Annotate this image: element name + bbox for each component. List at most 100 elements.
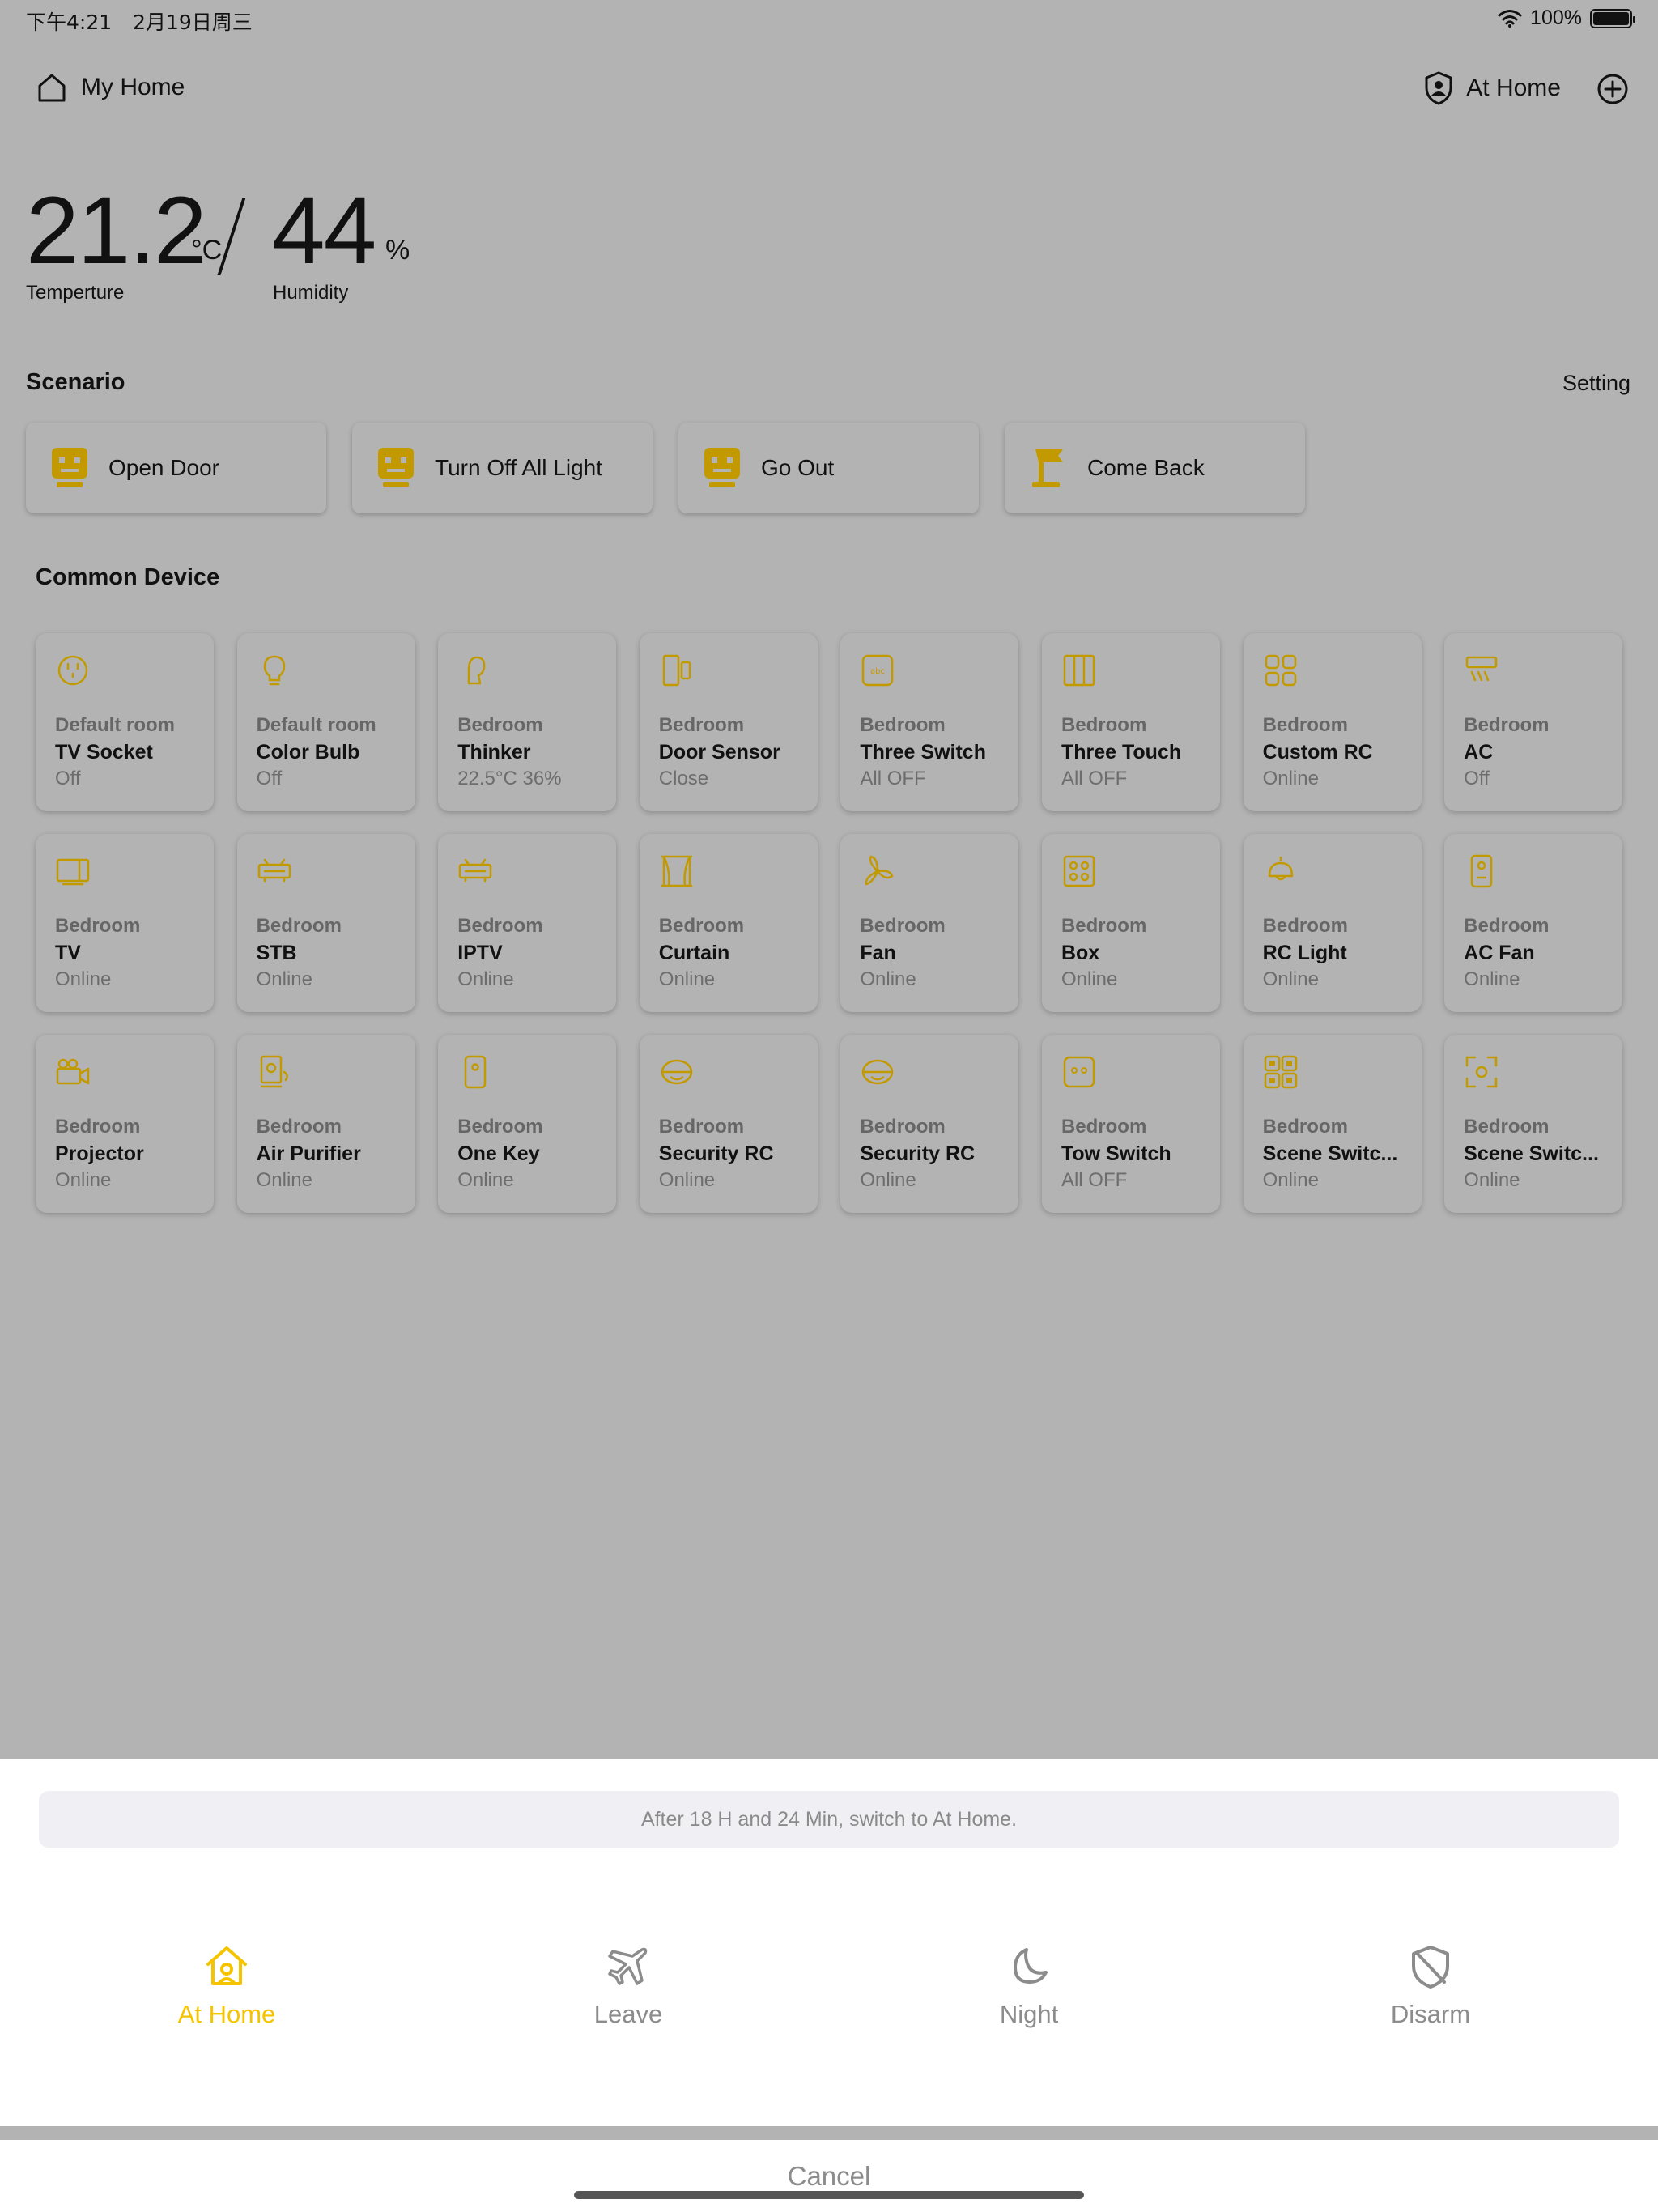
device-name: Scene Switc...: [1262, 1142, 1398, 1165]
device-name: AC Fan: [1464, 942, 1535, 964]
home-selector-button[interactable]: My Home: [36, 71, 185, 104]
security-mode-button[interactable]: At Home: [1424, 71, 1561, 105]
common-device-title: Common Device: [36, 564, 220, 590]
device-name: Thinker: [457, 741, 531, 764]
device-card[interactable]: Bedroom RC Light Online: [1243, 834, 1422, 1012]
device-card[interactable]: Bedroom Door Sensor Close: [639, 633, 818, 811]
device-card[interactable]: Bedroom Curtain Online: [639, 834, 818, 1012]
device-room: Bedroom: [1464, 714, 1550, 736]
security-rc-icon: [661, 1059, 693, 1085]
mode-at-home-button[interactable]: At Home: [121, 1943, 332, 2029]
temperature-unit: °C: [191, 235, 223, 266]
device-card[interactable]: Bedroom Security RC Online: [639, 1035, 818, 1213]
mode-disarm-button[interactable]: Disarm: [1325, 1943, 1536, 2029]
ac-icon: [1465, 656, 1498, 682]
scene-label: Open Door: [108, 455, 219, 480]
humidity-value: 44: [272, 177, 376, 284]
device-card[interactable]: Bedroom Three Touch All OFF: [1041, 633, 1220, 811]
mode-label: At Home: [1466, 74, 1561, 101]
scenario-setting-link[interactable]: Setting: [1562, 371, 1630, 396]
device-card[interactable]: Bedroom STB Online: [236, 834, 415, 1012]
device-room: Bedroom: [256, 915, 342, 937]
device-card[interactable]: Bedroom TV Online: [36, 834, 214, 1012]
device-card[interactable]: Bedroom One Key Online: [438, 1035, 617, 1213]
device-card[interactable]: Bedroom Security RC Online: [840, 1035, 1019, 1213]
device-card[interactable]: Bedroom AC Fan Online: [1444, 834, 1623, 1012]
device-room: Bedroom: [1061, 915, 1147, 937]
scenario-list: Open Door Turn Off All Light Go Out Come…: [26, 423, 1305, 513]
device-name: Curtain: [658, 942, 730, 964]
robot-icon: [52, 448, 87, 487]
socket-icon: [57, 655, 88, 686]
device-card[interactable]: Bedroom Air Purifier Online: [236, 1035, 415, 1213]
device-card[interactable]: Bedroom Thinker 22.5°C 36%: [438, 633, 617, 811]
device-state: Online: [1262, 768, 1319, 789]
device-room: Bedroom: [1262, 915, 1348, 937]
device-name: TV Socket: [55, 741, 153, 764]
device-card[interactable]: Bedroom Tow Switch All OFF: [1041, 1035, 1220, 1213]
device-card[interactable]: Bedroom Projector Online: [36, 1035, 214, 1213]
device-card[interactable]: Bedroom AC Off: [1444, 633, 1623, 811]
mode-label: At Home: [177, 2000, 276, 2028]
device-room: Bedroom: [55, 915, 141, 937]
home-indicator[interactable]: [574, 2191, 1084, 2199]
tv-icon: [56, 858, 90, 886]
scene-switch-icon: [1465, 1056, 1498, 1088]
device-card[interactable]: abc Bedroom Three Switch All OFF: [840, 633, 1019, 811]
moon-icon: [1014, 1948, 1048, 1984]
mode-night-button[interactable]: Night: [924, 1943, 1134, 2029]
device-state: Online: [457, 1169, 514, 1191]
device-card[interactable]: Bedroom IPTV Online: [438, 834, 617, 1012]
device-card[interactable]: Bedroom Box Online: [1041, 834, 1220, 1012]
device-state: Off: [256, 768, 283, 789]
device-name: Color Bulb: [256, 741, 360, 764]
device-state: Online: [55, 1169, 112, 1191]
mode-label: Night: [999, 2000, 1059, 2028]
device-name: Security RC: [860, 1142, 976, 1165]
scene-card[interactable]: Open Door: [26, 423, 326, 513]
cancel-button[interactable]: Cancel: [0, 2161, 1658, 2192]
thinker-icon: [467, 656, 486, 685]
custom-rc-icon: [1265, 654, 1296, 687]
device-card[interactable]: Default room Color Bulb Off: [236, 633, 415, 811]
scene-card[interactable]: Go Out: [678, 423, 979, 513]
touch-panel-icon: [1063, 654, 1095, 687]
device-state: Online: [860, 968, 916, 990]
status-date: 2月19日周三: [133, 11, 253, 34]
mode-leave-button[interactable]: Leave: [523, 1943, 733, 2029]
device-name: RC Light: [1262, 942, 1347, 964]
device-state: Online: [256, 968, 312, 990]
security-mode-sheet: After 18 H and 24 Min, switch to At Home…: [0, 1759, 1658, 2126]
security-rc-icon: [862, 1059, 894, 1085]
device-name: Three Touch: [1061, 741, 1182, 764]
add-circle-icon[interactable]: [1596, 73, 1629, 105]
home-label: My Home: [81, 74, 185, 100]
device-card[interactable]: Bedroom Fan Online: [840, 834, 1019, 1012]
battery-icon: [1590, 8, 1635, 28]
scene-label: Come Back: [1087, 455, 1205, 480]
device-name: Air Purifier: [256, 1142, 361, 1165]
device-room: Bedroom: [1464, 915, 1550, 937]
scene-label: Turn Off All Light: [435, 455, 602, 480]
device-room: Bedroom: [457, 1116, 543, 1138]
device-name: One Key: [457, 1142, 540, 1165]
device-card[interactable]: Default room TV Socket Off: [36, 633, 214, 811]
device-room: Bedroom: [658, 714, 745, 736]
device-room: Bedroom: [1061, 714, 1147, 736]
scene-card[interactable]: Turn Off All Light: [352, 423, 653, 513]
device-card[interactable]: Bedroom Custom RC Online: [1243, 633, 1422, 811]
device-room: Bedroom: [658, 1116, 745, 1138]
device-state: Online: [658, 1169, 716, 1191]
device-card[interactable]: Bedroom Scene Switc... Online: [1444, 1035, 1623, 1213]
humidity-unit: %: [385, 235, 410, 266]
one-key-icon: [464, 1055, 487, 1089]
device-card[interactable]: Bedroom Scene Switc... Online: [1243, 1035, 1422, 1213]
scene-card[interactable]: Come Back: [1005, 423, 1305, 513]
status-time: 下午4:21: [26, 11, 113, 34]
device-state: All OFF: [1061, 1169, 1128, 1191]
device-name: TV: [55, 942, 81, 964]
device-room: Default room: [55, 714, 176, 736]
device-room: Bedroom: [860, 714, 946, 736]
ac-fan-icon: [1470, 854, 1493, 888]
device-state: Online: [457, 968, 514, 990]
